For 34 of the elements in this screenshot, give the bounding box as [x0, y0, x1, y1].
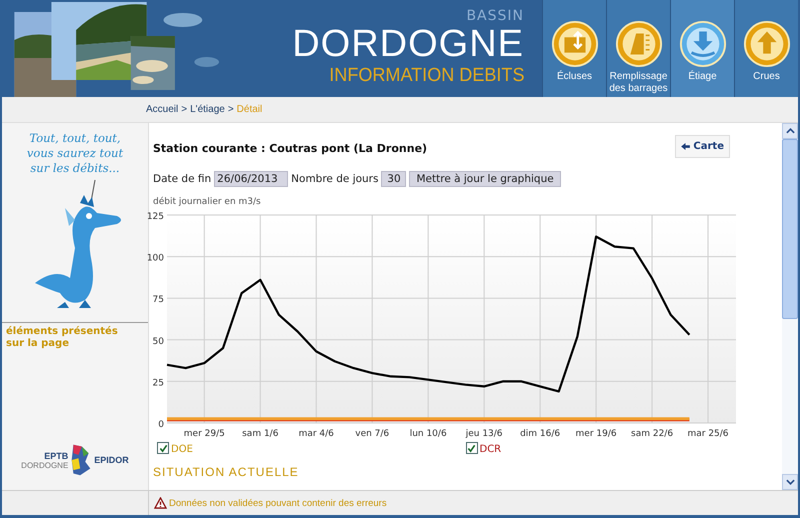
x-tick-label: mer 19/6 — [576, 429, 617, 439]
elements-heading: éléments présentés sur la page — [5, 326, 119, 350]
breadcrumb-separator: > — [181, 104, 188, 115]
x-tick-label: ven 7/6 — [355, 429, 390, 439]
warning-text: Données non validées pouvant contenir des erreurs — [169, 498, 387, 508]
y-tick-label: 100 — [146, 254, 164, 264]
x-tick-label: mer 29/5 — [184, 429, 225, 439]
logo-text: EPTB — [44, 450, 68, 460]
x-tick-label: mar 4/6 — [298, 429, 334, 439]
legend-label: DOE — [171, 444, 193, 455]
x-tick-label: mar 25/6 — [687, 429, 729, 439]
y-tick-label: 75 — [152, 295, 164, 306]
x-tick-label: sam 22/6 — [631, 429, 674, 439]
section-heading: SITUATION ACTUELLE — [153, 465, 300, 479]
legend-label: DCR — [480, 444, 502, 455]
logo-subtext: DORDOGNE — [21, 460, 68, 470]
axis-title: débit journalier en m3/s — [153, 197, 262, 207]
station-title: Station courante : Coutras pont (La Dronne) — [153, 142, 428, 155]
site-subtitle: INFORMATION DEBITS — [328, 64, 524, 88]
field-label: Date de fin — [153, 173, 212, 185]
y-tick-label: 25 — [152, 378, 164, 388]
speech-text: Tout, tout, tout, vous saurez tout sur les débits... — [26, 131, 124, 176]
y-tick-label: 125 — [146, 212, 164, 222]
site-title: DORDOGNE — [292, 24, 524, 64]
x-tick-label: lun 10/6 — [410, 429, 447, 439]
y-tick-label: 50 — [152, 336, 164, 347]
field-label: Nombre de jours — [291, 173, 378, 185]
logo-text: EPIDOR — [94, 455, 129, 465]
x-tick-label: dim 16/6 — [520, 429, 560, 439]
x-tick-label: sam 1/6 — [242, 429, 278, 439]
brand-kicker: BASSIN — [466, 8, 524, 24]
breadcrumb-separator: > — [228, 104, 234, 115]
x-tick-label: jeu 13/6 — [466, 429, 503, 439]
y-tick-label: 0 — [158, 420, 164, 430]
